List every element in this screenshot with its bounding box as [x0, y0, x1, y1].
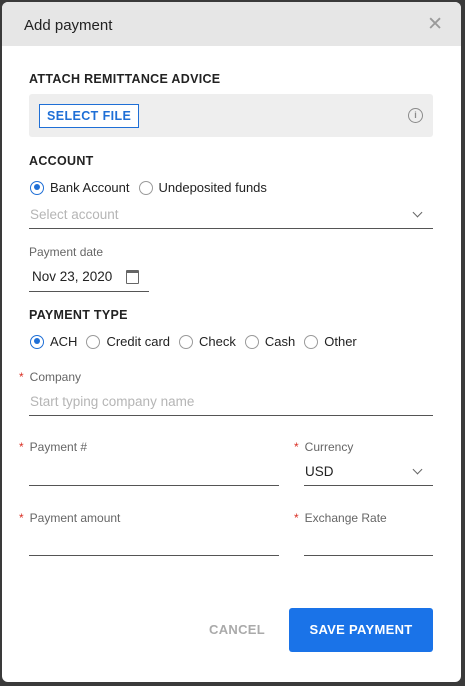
select-account-placeholder: Select account [30, 207, 119, 222]
required-asterisk: * [19, 440, 24, 454]
radio-label: Check [199, 334, 236, 349]
select-file-button[interactable]: SELECT FILE [39, 104, 140, 128]
radio-label: Credit card [106, 334, 171, 349]
exchange-rate-label: * Exchange Rate [294, 511, 387, 525]
close-icon[interactable]: ✕ [427, 15, 443, 34]
calendar-icon[interactable] [126, 270, 139, 284]
company-label: * Company [19, 370, 81, 384]
dialog-title: Add payment [24, 17, 113, 34]
radio-label: Other [324, 334, 357, 349]
payment-number-label-text: Payment # [29, 440, 88, 454]
account-radio-group: Bank Account Undeposited funds [30, 180, 276, 195]
company-placeholder: Start typing company name [30, 394, 195, 409]
exchange-rate-label-text: Exchange Rate [304, 511, 387, 525]
radio-check[interactable]: Check [179, 334, 236, 349]
add-payment-dialog: Add payment ✕ ATTACH REMITTANCE ADVICE S… [2, 2, 461, 682]
save-payment-button[interactable]: SAVE PAYMENT [289, 608, 433, 652]
required-asterisk: * [19, 511, 24, 525]
radio-label: Undeposited funds [158, 180, 267, 195]
required-asterisk: * [19, 370, 24, 384]
radio-unchecked-icon [244, 334, 259, 349]
radio-label: Bank Account [50, 180, 130, 195]
required-asterisk: * [294, 511, 299, 525]
radio-bank-account[interactable]: Bank Account [30, 180, 130, 195]
required-asterisk: * [294, 440, 299, 454]
payment-amount-label: * Payment amount [19, 511, 120, 525]
radio-checked-icon [30, 334, 44, 349]
payment-amount-label-text: Payment amount [29, 511, 121, 525]
currency-label: * Currency [294, 440, 353, 454]
currency-select[interactable] [304, 485, 433, 486]
currency-value: USD [305, 464, 334, 479]
radio-undeposited-funds[interactable]: Undeposited funds [138, 180, 267, 195]
exchange-rate-input[interactable] [304, 555, 433, 556]
payment-date-field[interactable] [29, 291, 149, 292]
radio-other[interactable]: Other [304, 334, 357, 349]
attach-remittance-label: ATTACH REMITTANCE ADVICE [29, 72, 221, 86]
select-account-dropdown[interactable] [29, 228, 433, 229]
payment-number-input[interactable] [29, 485, 279, 486]
radio-unchecked-icon [304, 334, 319, 349]
chevron-down-icon [412, 207, 423, 218]
radio-label: Cash [264, 334, 296, 349]
radio-credit-card[interactable]: Credit card [86, 334, 170, 349]
radio-cash[interactable]: Cash [244, 334, 296, 349]
payment-date-label: Payment date [29, 245, 104, 259]
info-icon[interactable]: i [408, 108, 423, 123]
cancel-button[interactable]: CANCEL [209, 622, 265, 637]
payment-date-value[interactable]: Nov 23, 2020 [32, 269, 112, 284]
radio-unchecked-icon [138, 180, 153, 195]
radio-unchecked-icon [179, 334, 194, 349]
dialog-header: Add payment ✕ [2, 2, 461, 46]
chevron-down-icon [412, 464, 423, 475]
company-label-text: Company [29, 370, 82, 384]
payment-type-label: PAYMENT TYPE [29, 308, 128, 322]
account-label: ACCOUNT [29, 154, 94, 168]
radio-checked-icon [30, 180, 44, 195]
company-input[interactable] [29, 415, 433, 416]
radio-label: ACH [50, 334, 78, 349]
attach-file-area: SELECT FILE i [29, 94, 433, 137]
payment-amount-input[interactable] [29, 555, 279, 556]
radio-ach[interactable]: ACH [30, 334, 77, 349]
currency-label-text: Currency [304, 440, 354, 454]
radio-unchecked-icon [86, 334, 101, 349]
payment-number-label: * Payment # [19, 440, 87, 454]
payment-type-radio-group: ACH Credit card Check Cash Other [30, 334, 366, 349]
